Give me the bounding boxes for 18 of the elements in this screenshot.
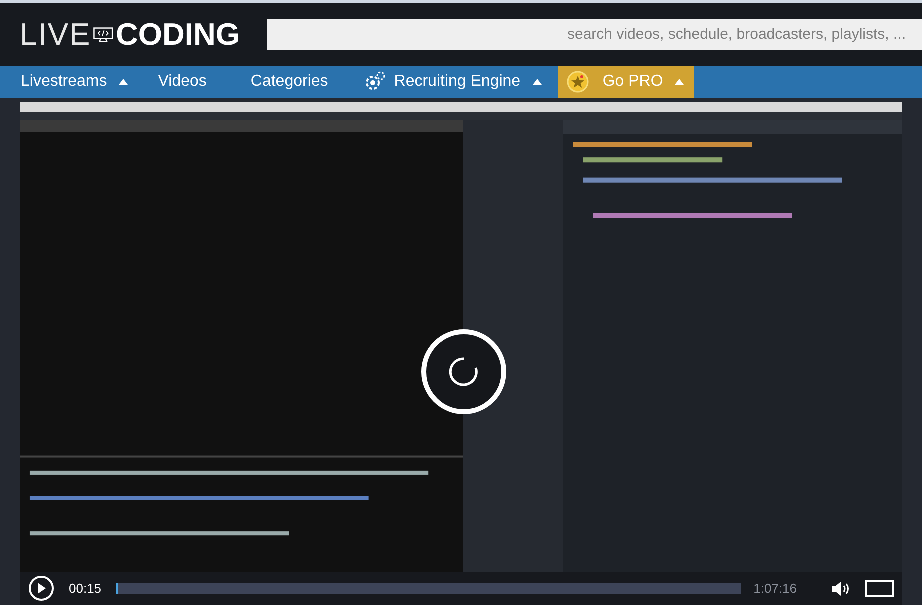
nav-dropdown[interactable]: Recruiting Engine (350, 66, 556, 98)
nav-link[interactable]: Videos (136, 66, 229, 98)
caret-icon (532, 79, 542, 85)
volume-icon[interactable] (831, 580, 851, 596)
fullscreen-button[interactable] (865, 580, 894, 597)
star-coin-icon (566, 71, 589, 93)
caret-icon (119, 79, 128, 85)
search-field[interactable]: search videos, schedule, broadcasters, playlists, ... (267, 19, 922, 50)
caret-icon (675, 79, 684, 85)
logo[interactable]: LIVE CODING (20, 19, 240, 50)
play-icon (37, 583, 46, 594)
nav-link[interactable]: Categories (228, 66, 350, 98)
play-button[interactable] (29, 576, 54, 601)
elapsed-time: 00:15 (69, 580, 102, 598)
duration-time: 1:07:16 (754, 580, 797, 598)
progress-track[interactable] (116, 583, 741, 594)
gears-icon (364, 71, 386, 93)
nav-dropdown[interactable]: Livestreams (0, 66, 136, 98)
